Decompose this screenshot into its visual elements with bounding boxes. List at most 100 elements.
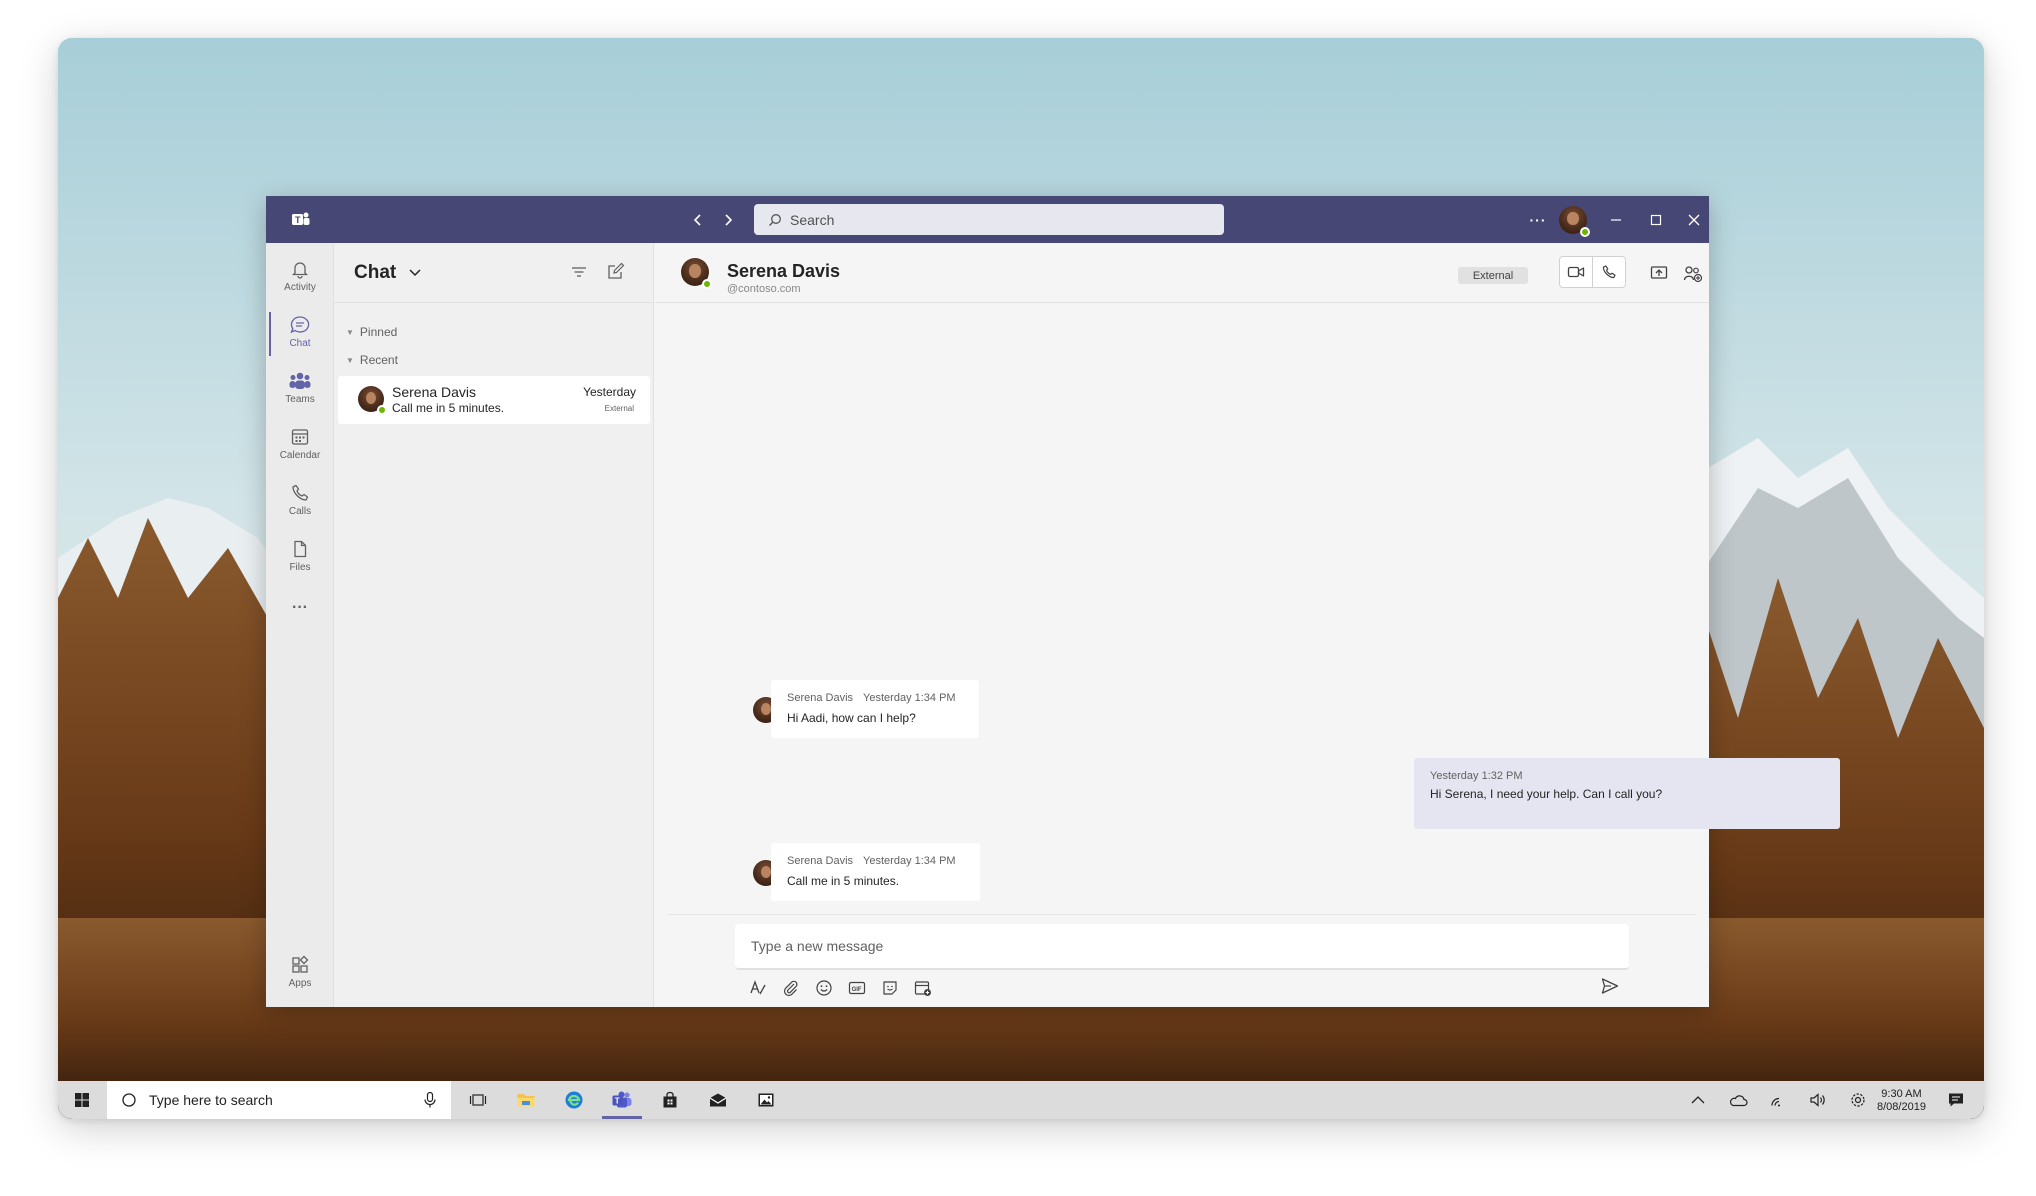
- close-button[interactable]: [1674, 196, 1714, 243]
- taskbar-photos[interactable]: [742, 1081, 790, 1119]
- chat-icon: [290, 316, 310, 334]
- compose-icon: [608, 262, 625, 279]
- cloud-icon: [1729, 1095, 1748, 1107]
- contact-domain: @contoso.com: [727, 283, 801, 295]
- chat-item-tag: External: [604, 404, 634, 413]
- desktop: T Search ··· Activity Chat Teams Calenda…: [58, 38, 1984, 1119]
- volume-tray-button[interactable]: [1800, 1081, 1836, 1119]
- onedrive-tray-button[interactable]: [1720, 1081, 1756, 1119]
- rail-item-files[interactable]: Files: [266, 531, 334, 581]
- call-button-group: [1559, 256, 1626, 288]
- user-avatar: [1559, 205, 1590, 237]
- format-text-icon: [749, 980, 766, 995]
- rail-more-button[interactable]: ···: [266, 583, 334, 633]
- composer-divider: [667, 914, 1697, 915]
- message-bubble[interactable]: Serena Davis Yesterday 1:34 PM Call me in…: [771, 843, 980, 901]
- section-recent[interactable]: ▼ Recent: [346, 353, 398, 367]
- rail-label-calendar: Calendar: [279, 450, 321, 461]
- start-button[interactable]: [58, 1081, 106, 1119]
- taskbar-mail[interactable]: [694, 1081, 742, 1119]
- presence-available-icon: [702, 279, 712, 289]
- back-arrow-icon[interactable]: [686, 196, 710, 243]
- conversation-pane: Serena Davis @contoso.com External Seren…: [655, 243, 1840, 1007]
- rail-item-chat[interactable]: Chat: [266, 307, 334, 357]
- speaker-icon: [1810, 1093, 1825, 1107]
- maximize-button[interactable]: [1636, 196, 1676, 243]
- video-call-button[interactable]: [1560, 257, 1593, 287]
- calendar-icon: [291, 429, 309, 445]
- taskbar-edge[interactable]: [550, 1081, 598, 1119]
- section-pinned[interactable]: ▼ Pinned: [346, 325, 397, 339]
- filter-button[interactable]: [570, 263, 588, 286]
- microphone-icon[interactable]: [423, 1091, 437, 1109]
- taskbar-clock[interactable]: 9:30 AM 8/08/2019: [1877, 1088, 1926, 1114]
- share-screen-icon: [1650, 266, 1668, 279]
- show-hidden-icons-button[interactable]: [1680, 1081, 1716, 1119]
- taskbar-search-input[interactable]: Type here to search: [107, 1081, 451, 1119]
- taskbar: Type here to search T 9:30 AM 8/08/2019: [58, 1081, 1984, 1119]
- add-people-icon: [1683, 266, 1703, 283]
- more-options-button[interactable]: ···: [1524, 196, 1552, 243]
- emoji-icon: [815, 980, 832, 996]
- edge-icon: [565, 1091, 583, 1109]
- rail-item-activity[interactable]: Activity: [266, 251, 334, 301]
- external-badge: External: [1458, 267, 1528, 284]
- windows-logo-icon: [75, 1093, 89, 1107]
- forward-arrow-icon[interactable]: [716, 196, 740, 243]
- rail-item-teams[interactable]: Teams: [266, 363, 334, 413]
- emoji-button[interactable]: [807, 979, 840, 997]
- rail-label-activity: Activity: [284, 282, 316, 293]
- section-recent-label: Recent: [359, 353, 398, 367]
- add-people-button[interactable]: [1683, 265, 1703, 288]
- search-input[interactable]: Search: [754, 204, 1224, 235]
- sticker-button[interactable]: [873, 979, 906, 997]
- caret-down-icon: ▼: [346, 355, 354, 365]
- teams-icon: [289, 372, 311, 389]
- audio-call-button[interactable]: [1593, 257, 1626, 287]
- title-bar: T Search ···: [266, 196, 1709, 243]
- action-center-button[interactable]: [1936, 1081, 1976, 1119]
- taskbar-teams[interactable]: T: [598, 1081, 646, 1119]
- chat-title-dropdown[interactable]: Chat: [354, 262, 422, 284]
- presence-available-icon: [377, 405, 387, 415]
- message-time: Yesterday 1:34 PM: [863, 855, 956, 867]
- teams-window: T Search ··· Activity Chat Teams Calenda…: [266, 196, 1840, 1007]
- video-camera-icon: [1567, 266, 1584, 278]
- message-text: Hi Aadi, how can I help?: [787, 711, 916, 725]
- share-screen-button[interactable]: [1650, 265, 1668, 286]
- network-tray-button[interactable]: [1760, 1081, 1796, 1119]
- rail-item-calendar[interactable]: Calendar: [266, 419, 334, 469]
- rail-item-calls[interactable]: Calls: [266, 475, 334, 525]
- gif-button[interactable]: GIF: [840, 979, 873, 997]
- attach-button[interactable]: [774, 979, 807, 997]
- rail-label-calls: Calls: [288, 506, 312, 517]
- message-bubble[interactable]: Serena Davis Yesterday 1:34 PM Hi Aadi, h…: [771, 680, 979, 738]
- schedule-meeting-button[interactable]: [906, 979, 939, 997]
- settings-tray-button[interactable]: [1840, 1081, 1876, 1119]
- message-bubble-self[interactable]: Yesterday 1:32 PM Hi Serena, I need your…: [1414, 758, 1840, 829]
- send-icon: [1601, 978, 1619, 994]
- new-chat-button[interactable]: [606, 262, 625, 286]
- message-text: Hi Serena, I need your help. Can I call …: [1430, 787, 1663, 801]
- message-input[interactable]: Type a new message: [735, 924, 1629, 970]
- taskbar-store[interactable]: [646, 1081, 694, 1119]
- rail-item-apps[interactable]: Apps: [266, 947, 334, 997]
- chat-list-pane: Chat ▼ Pinned ▼ Recent Serena Davis Call…: [334, 243, 654, 1007]
- format-button[interactable]: [741, 979, 774, 997]
- profile-avatar-button[interactable]: [1556, 196, 1590, 243]
- mail-icon: [709, 1093, 727, 1107]
- chevron-down-icon: [408, 269, 421, 277]
- chat-list-item[interactable]: Serena Davis Call me in 5 minutes. Yeste…: [338, 376, 650, 424]
- paperclip-icon: [783, 980, 797, 997]
- clock-date: 8/08/2019: [1877, 1101, 1926, 1113]
- screenshot-stage: T Search ··· Activity Chat Teams Calenda…: [0, 0, 2036, 1196]
- teams-app-icon: T: [612, 1091, 632, 1108]
- task-view-button[interactable]: [454, 1081, 502, 1119]
- filter-icon: [572, 267, 586, 277]
- rail-label-apps: Apps: [288, 978, 312, 989]
- taskbar-file-explorer[interactable]: [502, 1081, 550, 1119]
- contact-avatar[interactable]: [681, 258, 712, 289]
- minimize-button[interactable]: [1596, 196, 1636, 243]
- send-button[interactable]: [1600, 976, 1620, 1001]
- svg-text:GIF: GIF: [851, 987, 861, 993]
